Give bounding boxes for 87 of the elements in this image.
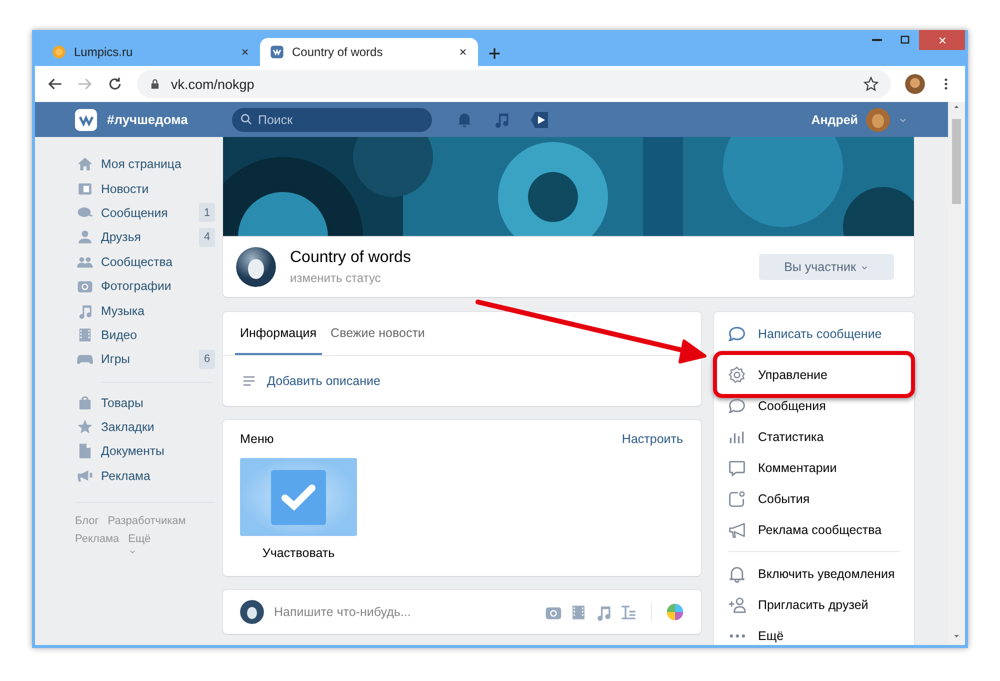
browser-tab[interactable]: Lumpics.ru [42,38,260,66]
hashtag-link[interactable]: #лучшедома [107,112,232,127]
action-link[interactable]: События [758,492,810,506]
sidebar-item[interactable]: Игры [101,352,191,366]
user-name[interactable]: Андрей [811,112,858,126]
group-name: Country of words [290,249,411,267]
sidebar-item[interactable]: Реклама [101,468,215,483]
chat-bubble-icon [728,324,746,342]
menu-title: Меню [240,432,274,446]
document-icon [77,443,93,460]
sidebar-item[interactable]: Музыка [101,304,215,318]
note-icon [595,604,612,620]
member-button[interactable]: Вы участник [759,254,894,280]
chat-bubble-icon [728,396,746,414]
action-link[interactable]: Написать сообщение [758,326,882,340]
sidebar-item[interactable]: Закладки [101,420,215,434]
film-icon [77,326,93,343]
sidebar-item[interactable]: Видео [101,328,215,342]
action-link[interactable]: Управление [758,368,828,382]
action-link[interactable]: Включить уведомления [758,566,895,580]
site-favicon-icon [52,45,66,59]
action-link[interactable]: Статистика [758,430,824,444]
browser-tab[interactable]: Country of words [260,38,478,66]
bell-icon [456,111,473,128]
counter: 6 [199,350,215,369]
search-field[interactable]: Поиск [232,108,432,132]
logo-icon[interactable] [75,108,97,130]
film-icon [570,604,587,620]
reload-icon [107,76,123,92]
star-icon [863,76,879,92]
close-icon [240,47,250,57]
counter: 1 [199,203,215,222]
search-icon [240,113,253,126]
tab[interactable]: Свежие новости [326,312,430,355]
color-wheel-icon [666,603,684,621]
event-icon [728,490,746,508]
sidebar-item[interactable]: Друзья [101,230,191,244]
add-description-link[interactable]: Добавить описание [267,374,380,388]
bag-icon [77,394,93,411]
star-icon [77,419,93,436]
minimize-icon [872,39,882,41]
configure-link[interactable]: Настроить [622,432,683,446]
menu-item-label[interactable]: Участвовать [262,546,335,560]
action-link[interactable]: Комментарии [758,460,837,474]
avatar[interactable] [905,74,925,94]
counter: 4 [199,228,215,247]
post-field[interactable]: Напишите что-нибудь... [274,605,535,619]
avatar [240,600,264,624]
gear-icon [728,366,746,384]
megaphone-icon [77,468,93,484]
comment-icon [728,458,746,476]
action-link[interactable]: Пригласить друзей [758,598,868,612]
megaphone-icon [728,520,746,538]
bell-icon [728,564,746,582]
action-link[interactable]: Реклама сообщества [758,522,882,536]
action-link[interactable]: Ещё [758,628,784,642]
newspaper-icon [77,180,93,197]
sidebar-item[interactable]: Новости [101,182,215,196]
close-icon [458,47,468,57]
camera-icon [77,278,93,294]
new-tab-icon [488,47,501,60]
sidebar-item[interactable]: Товары [101,396,215,410]
video-play-icon [530,110,550,130]
group-avatar [236,247,276,287]
back-icon [47,76,63,92]
dots-icon [728,634,746,638]
add-person-icon [728,596,746,614]
person-icon [77,229,93,246]
sidebar-item[interactable]: Сообщества [101,254,215,269]
lock-icon [149,78,161,90]
note-icon [493,111,510,128]
sidebar-item[interactable]: Моя страница [101,157,215,172]
close-icon [936,34,948,46]
address-bar[interactable]: vk.com/nokgp [137,70,891,98]
checkmark-tile-icon[interactable] [240,458,357,536]
sidebar-item[interactable]: Сообщения [101,206,191,220]
action-link[interactable]: Сообщения [758,398,826,412]
sidebar-item[interactable]: Документы [101,444,215,458]
vk-favicon-icon [270,45,284,59]
scrollbar-thumb[interactable] [952,119,961,204]
house-icon [77,156,93,172]
note-icon [77,302,93,319]
text-format-icon [620,604,637,620]
forward-icon [77,76,93,92]
sidebar-item[interactable]: Фотографии [101,279,215,294]
tab[interactable]: Информация [235,312,322,355]
maximize-icon [899,34,911,46]
